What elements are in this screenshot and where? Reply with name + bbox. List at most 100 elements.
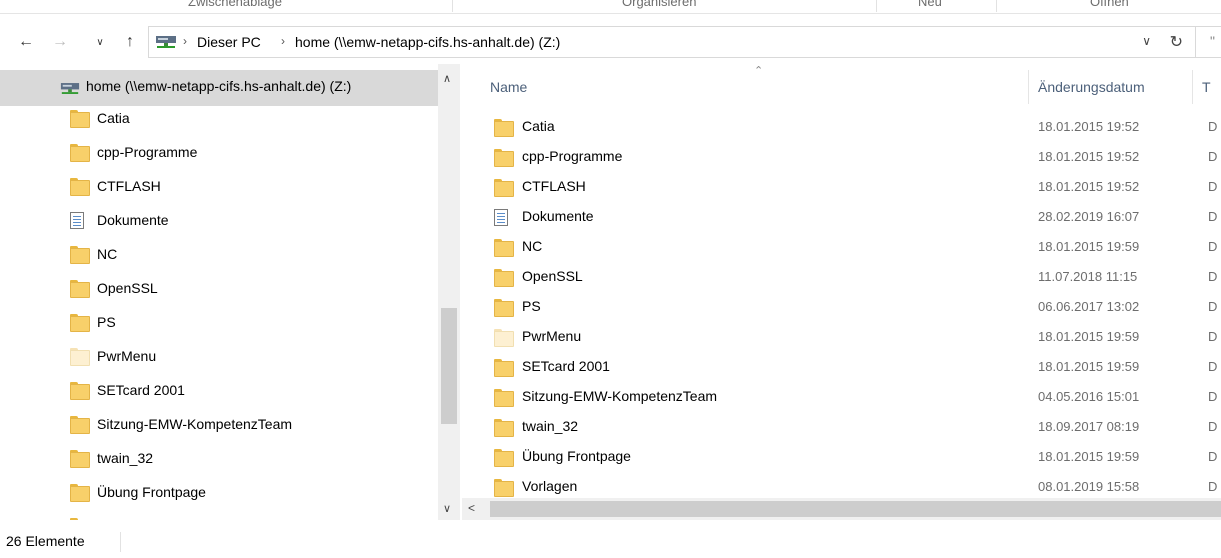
file-date: 06.06.2017 13:02 [1038, 299, 1140, 314]
recent-locations-button[interactable]: ∨ [92, 30, 108, 54]
nav-vertical-scrollbar[interactable]: ∧ ∨ [438, 64, 460, 520]
folder-icon [494, 179, 514, 197]
address-dropdown-icon[interactable]: ∨ [1142, 34, 1151, 48]
file-date: 18.01.2015 19:59 [1038, 359, 1140, 374]
file-row[interactable]: cpp-Programme 18.01.2015 19:52 D [462, 142, 1221, 172]
nav-item-cpp-programme[interactable]: cpp-Programme [0, 136, 438, 170]
file-type: D [1208, 479, 1218, 494]
file-row[interactable]: Sitzung-EMW-KompetenzTeam 04.05.2016 15:… [462, 382, 1221, 412]
file-row[interactable]: Catia 18.01.2015 19:52 D [462, 112, 1221, 142]
arrow-left-icon: ← [18, 33, 34, 50]
breadcrumb-chevron-icon[interactable]: › [281, 34, 285, 48]
folder-icon [494, 419, 514, 437]
file-name: Übung Frontpage [522, 448, 631, 464]
nav-item-ps[interactable]: PS [0, 306, 438, 340]
ribbon-separator [876, 0, 877, 12]
refresh-icon[interactable]: ↻ [1170, 32, 1183, 52]
file-name: Dokumente [522, 208, 594, 224]
document-icon [70, 212, 84, 229]
file-row[interactable]: OpenSSL 11.07.2018 11:15 D [462, 262, 1221, 292]
file-type: D [1208, 179, 1218, 194]
file-row[interactable]: SETcard 2001 18.01.2015 19:59 D [462, 352, 1221, 382]
folder-icon [70, 178, 90, 196]
network-drive-icon [60, 83, 80, 94]
file-name: OpenSSL [522, 268, 583, 284]
up-button[interactable]: ↑ [118, 30, 142, 54]
folder-icon [70, 144, 90, 162]
search-input[interactable]: " [1196, 26, 1221, 58]
nav-item-partial[interactable] [0, 510, 438, 520]
column-header-type[interactable]: T [1202, 79, 1211, 95]
folder-icon [494, 149, 514, 167]
file-type: D [1208, 299, 1218, 314]
file-row[interactable]: PS 06.06.2017 13:02 D [462, 292, 1221, 322]
folder-icon [70, 518, 88, 520]
folder-pale-icon [70, 348, 90, 366]
ribbon-separator [452, 0, 453, 12]
folder-icon [70, 382, 90, 400]
folder-icon [494, 239, 514, 257]
folder-icon [70, 246, 90, 264]
folder-icon [70, 416, 90, 434]
breadcrumb-this-pc[interactable]: Dieser PC [197, 34, 261, 50]
folder-icon [494, 269, 514, 287]
back-button[interactable]: ← [14, 30, 38, 54]
nav-item-twain-32[interactable]: twain_32 [0, 442, 438, 476]
column-divider[interactable] [1028, 70, 1029, 104]
file-date: 18.01.2015 19:59 [1038, 329, 1140, 344]
file-name: NC [522, 238, 543, 254]
nav-item-label: CTFLASH [97, 178, 161, 194]
column-header-name[interactable]: Name [490, 79, 527, 95]
nav-item-openssl[interactable]: OpenSSL [0, 272, 438, 306]
file-date: 18.01.2015 19:59 [1038, 239, 1140, 254]
nav-item-sitzung-emw-kompetenzteam[interactable]: Sitzung-EMW-KompetenzTeam [0, 408, 438, 442]
chevron-down-icon: ∨ [96, 36, 104, 48]
file-name: PwrMenu [522, 328, 582, 344]
nav-item-label: Dokumente [97, 212, 169, 228]
nav-item-catia[interactable]: Catia [0, 102, 438, 136]
column-header-date[interactable]: Änderungsdatum [1038, 79, 1145, 95]
file-date: 11.07.2018 11:15 [1038, 269, 1138, 284]
file-type: D [1208, 269, 1218, 284]
breadcrumb-chevron-icon[interactable]: › [183, 34, 187, 48]
search-text: " [1210, 33, 1215, 49]
nav-item-dokumente[interactable]: Dokumente [0, 204, 438, 238]
nav-item-setcard-2001[interactable]: SETcard 2001 [0, 374, 438, 408]
file-row[interactable]: Dokumente 28.02.2019 16:07 D [462, 202, 1221, 232]
nav-item-uebung-frontpage[interactable]: Übung Frontpage [0, 476, 438, 510]
nav-item-label: PwrMenu [97, 348, 157, 364]
file-type: D [1208, 149, 1218, 164]
scrollbar-thumb[interactable] [441, 308, 457, 424]
scroll-up-icon[interactable]: ∧ [443, 72, 451, 85]
file-date: 18.01.2015 19:52 [1038, 179, 1140, 194]
file-row[interactable]: NC 18.01.2015 19:59 D [462, 232, 1221, 262]
file-row[interactable]: CTFLASH 18.01.2015 19:52 D [462, 172, 1221, 202]
nav-item-ctflash[interactable]: CTFLASH [0, 170, 438, 204]
column-divider[interactable] [1192, 70, 1193, 104]
folder-icon [494, 299, 514, 317]
scroll-down-icon[interactable]: ∨ [443, 502, 451, 515]
file-row[interactable]: PwrMenu 18.01.2015 19:59 D [462, 322, 1221, 352]
file-date: 28.02.2019 16:07 [1038, 209, 1140, 224]
nav-item-pwrmenu[interactable]: PwrMenu [0, 340, 438, 374]
file-date: 18.01.2015 19:52 [1038, 149, 1140, 164]
breadcrumb-home-drive[interactable]: home (\\emw-netapp-cifs.hs-anhalt.de) (Z… [295, 34, 560, 50]
content-horizontal-scrollbar[interactable]: < [462, 498, 1221, 520]
nav-item-home-drive[interactable]: home (\\emw-netapp-cifs.hs-anhalt.de) (Z… [0, 70, 438, 106]
scrollbar-thumb[interactable] [490, 501, 1221, 517]
ribbon-group-new: Neu [918, 0, 942, 9]
forward-button[interactable]: → [48, 30, 72, 54]
nav-item-label: home (\\emw-netapp-cifs.hs-anhalt.de) (Z… [86, 78, 352, 94]
file-date: 18.01.2015 19:52 [1038, 119, 1140, 134]
file-type: D [1208, 419, 1218, 434]
file-row[interactable]: twain_32 18.09.2017 08:19 D [462, 412, 1221, 442]
folder-icon [70, 450, 90, 468]
scroll-left-icon[interactable]: < [468, 501, 475, 515]
nav-item-nc[interactable]: NC [0, 238, 438, 272]
folder-icon [70, 110, 90, 128]
address-bar[interactable]: › Dieser PC › home (\\emw-netapp-cifs.hs… [148, 26, 1196, 58]
file-type: D [1208, 239, 1218, 254]
file-row[interactable]: Übung Frontpage 18.01.2015 19:59 D [462, 442, 1221, 472]
folder-pale-icon [494, 329, 514, 347]
file-name: twain_32 [522, 418, 579, 434]
